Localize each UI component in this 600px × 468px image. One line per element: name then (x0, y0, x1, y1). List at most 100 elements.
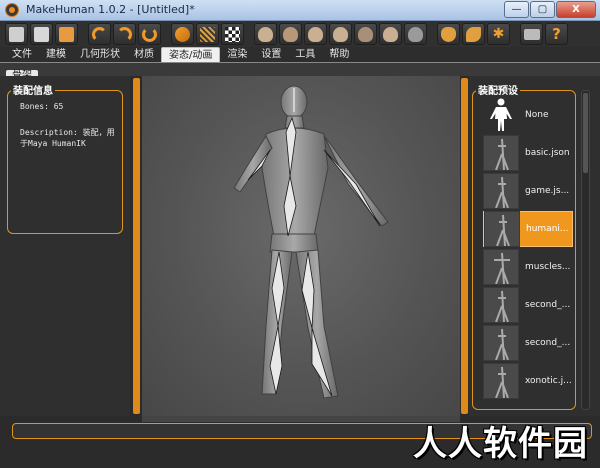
reset-icon (142, 26, 157, 42)
preset-thumbnail (483, 363, 519, 399)
pose-icon: ✱ (492, 25, 505, 42)
sub-tabs: 骨架 (0, 62, 600, 83)
minimize-button[interactable]: — (504, 1, 529, 18)
preset-thumbnail (483, 97, 519, 133)
window-controls: — ▢ X (504, 1, 596, 18)
preset-item-game[interactable]: game.js... (483, 173, 573, 209)
preset-label: muscles... (525, 262, 571, 272)
left-view-icon (308, 26, 323, 42)
preset-label: None (525, 110, 549, 120)
description-line-1: Description: 装配，用 (20, 128, 115, 137)
tab-pose-animate[interactable]: 姿态/动画 (161, 47, 221, 62)
wireframe-icon (200, 26, 215, 42)
export-button[interactable] (55, 23, 78, 45)
undo-icon (92, 26, 107, 42)
window-title: MakeHuman 1.0.2 - [Untitled]* (26, 3, 195, 16)
pose-button[interactable]: ✱ (487, 23, 510, 45)
preset-thumbnail (484, 211, 520, 247)
help-icon: ? (552, 24, 561, 43)
preset-item-none[interactable]: None (483, 97, 573, 133)
back-view-icon (283, 26, 298, 42)
right-panel: None basic.json game.js... humani... mus… (468, 76, 600, 416)
tab-utilities[interactable]: 工具 (288, 47, 322, 62)
watermark-text: 人人软件园 (413, 424, 588, 464)
left-splitter[interactable] (133, 78, 140, 414)
tab-materials[interactable]: 材质 (127, 47, 161, 62)
load-button[interactable] (5, 23, 28, 45)
checker-icon (225, 26, 240, 42)
symmetry-button[interactable] (437, 23, 460, 45)
right-view-icon (333, 26, 348, 42)
left-panel: Bones: 65 Description: 装配，用 于Maya HumanI… (0, 76, 130, 416)
human-model-render (233, 85, 389, 399)
tab-help[interactable]: 帮助 (322, 47, 356, 62)
description-line-2: 于Maya HumanIK (20, 139, 86, 148)
preset-label: game.js... (525, 186, 570, 196)
help-button[interactable]: ? (545, 23, 568, 45)
reset-button[interactable] (138, 23, 161, 45)
makehuman-logo-icon (5, 3, 19, 17)
top-view-icon (358, 26, 373, 42)
bottom-view-button[interactable] (379, 23, 402, 45)
preset-thumbnail (483, 287, 519, 323)
preset-item-xonotic[interactable]: xonotic.j... (483, 363, 573, 399)
preset-item-muscles[interactable]: muscles... (483, 249, 573, 285)
preset-thumbnail (483, 135, 519, 171)
preset-item-second-2[interactable]: second_... (483, 325, 573, 361)
undo-button[interactable] (88, 23, 111, 45)
redo-button[interactable] (113, 23, 136, 45)
preset-label: second_... (525, 300, 571, 310)
export-icon (59, 26, 74, 42)
presets-scrollbar[interactable] (581, 90, 590, 410)
preset-thumbnail (483, 325, 519, 361)
preset-thumbnail (483, 173, 519, 209)
main-tabs: 文件 建模 几何形状 材质 姿态/动画 渲染 设置 工具 帮助 (0, 47, 600, 62)
preset-item-basic[interactable]: basic.json (483, 135, 573, 171)
right-view-button[interactable] (329, 23, 352, 45)
symmetry-right-icon (466, 26, 481, 42)
save-icon (34, 26, 49, 42)
rig-presets-title: 装配预设 (476, 82, 520, 97)
top-view-button[interactable] (354, 23, 377, 45)
bottom-bar: 人人软件园 (0, 416, 600, 468)
smooth-button[interactable] (171, 23, 194, 45)
preset-label: humani... (526, 224, 569, 234)
preset-label: xonotic.j... (525, 376, 572, 386)
back-view-button[interactable] (279, 23, 302, 45)
symmetry-right-button[interactable] (462, 23, 485, 45)
tab-geometries[interactable]: 几何形状 (73, 47, 127, 62)
smooth-icon (175, 26, 190, 42)
tab-modelling[interactable]: 建模 (39, 47, 73, 62)
tab-settings[interactable]: 设置 (254, 47, 288, 62)
title-bar: MakeHuman 1.0.2 - [Untitled]* — ▢ X (0, 0, 600, 21)
background-button[interactable] (221, 23, 244, 45)
bones-count: Bones: 65 (20, 102, 64, 111)
rig-info-title: 装配信息 (11, 82, 55, 97)
right-splitter[interactable] (461, 78, 468, 414)
tab-files[interactable]: 文件 (5, 47, 39, 62)
front-view-icon (258, 26, 273, 42)
close-button[interactable]: X (556, 1, 596, 18)
rig-presets-group: None basic.json game.js... humani... mus… (472, 90, 576, 410)
screenshot-button[interactable] (520, 23, 543, 45)
main-toolbar: ✱ ? (0, 21, 600, 47)
redo-icon (117, 26, 132, 42)
save-button[interactable] (30, 23, 53, 45)
reset-camera-button[interactable] (404, 23, 427, 45)
screenshot-icon (523, 28, 540, 40)
preset-label: second_... (525, 338, 571, 348)
maximize-button[interactable]: ▢ (530, 1, 555, 18)
preset-item-humanik[interactable]: humani... (483, 211, 573, 247)
preset-item-second-1[interactable]: second_... (483, 287, 573, 323)
3d-viewport[interactable] (142, 76, 460, 416)
folder-icon (9, 26, 24, 42)
bottom-view-icon (383, 26, 398, 42)
rig-info-group: Bones: 65 Description: 装配，用 于Maya HumanI… (7, 90, 123, 234)
wireframe-button[interactable] (196, 23, 219, 45)
front-view-button[interactable] (254, 23, 277, 45)
reset-camera-icon (408, 26, 423, 42)
preset-label: basic.json (525, 148, 570, 158)
left-view-button[interactable] (304, 23, 327, 45)
symmetry-icon (441, 26, 456, 42)
tab-rendering[interactable]: 渲染 (220, 47, 254, 62)
